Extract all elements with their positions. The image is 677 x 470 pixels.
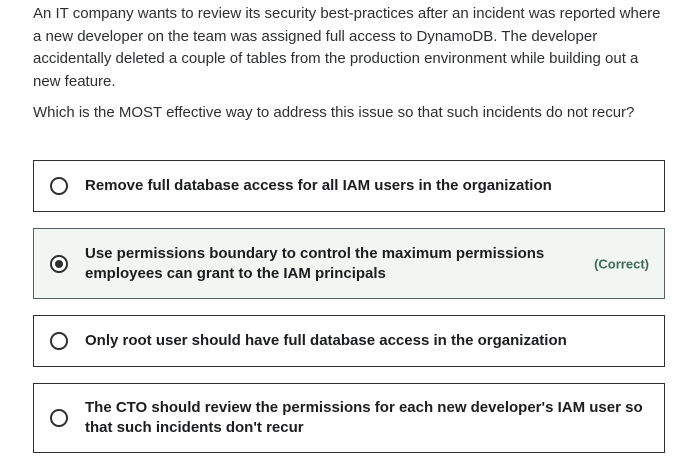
question-instruction: Which is the MOST effective way to addre… — [33, 104, 635, 121]
answer-option-label: Use permissions boundary to control the … — [85, 244, 545, 282]
correct-answer-badge: (Correct) — [594, 256, 649, 271]
radio-unchecked-icon[interactable] — [50, 177, 68, 195]
answer-option-1[interactable]: Remove full database access for all IAM … — [33, 160, 665, 212]
radio-unchecked-icon[interactable] — [50, 332, 68, 350]
question-prompt: An IT company wants to review its securi… — [33, 3, 669, 125]
answer-option-4[interactable]: The CTO should review the permissions fo… — [33, 383, 665, 453]
answer-option-3[interactable]: Only root user should have full database… — [33, 315, 665, 367]
answer-option-label: Remove full database access for all IAM … — [85, 177, 552, 194]
answer-option-label: The CTO should review the permissions fo… — [85, 399, 643, 436]
radio-checked-icon[interactable] — [50, 254, 68, 273]
question-paragraph: An IT company wants to review its securi… — [33, 5, 661, 90]
answer-option-2[interactable]: Use permissions boundary to control the … — [33, 228, 665, 299]
radio-unchecked-icon[interactable] — [50, 409, 68, 427]
answer-option-label: Only root user should have full database… — [85, 332, 567, 349]
